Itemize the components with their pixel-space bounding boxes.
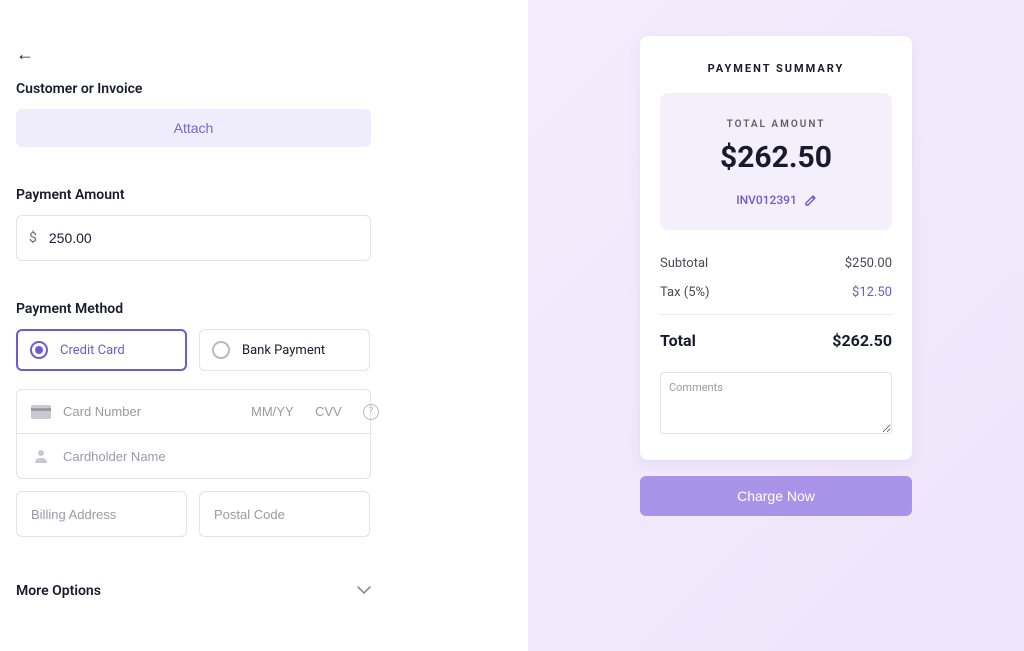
more-options-label: More Options <box>16 583 101 599</box>
tax-line: Tax (5%) $12.50 <box>660 285 892 300</box>
person-icon <box>31 448 51 464</box>
more-options-toggle[interactable]: More Options <box>16 583 371 599</box>
tax-label: Tax (5%) <box>660 285 710 300</box>
payment-amount-field-wrap: $ <box>16 215 371 261</box>
total-amount-box: TOTAL AMOUNT $262.50 INV012391 <box>660 93 892 230</box>
payment-method-options: Credit Card Bank Payment <box>16 329 512 371</box>
cvv-input[interactable] <box>315 404 349 419</box>
charge-now-button[interactable]: Charge Now <box>640 476 912 516</box>
payment-amount-input[interactable] <box>49 230 370 246</box>
card-number-row: ? <box>17 390 370 434</box>
comments-textarea[interactable] <box>660 372 892 434</box>
invoice-id-row: INV012391 <box>736 193 816 207</box>
currency-symbol: $ <box>17 230 49 246</box>
tax-value: $12.50 <box>852 285 892 300</box>
expiry-input[interactable] <box>251 404 301 419</box>
method-bank-payment[interactable]: Bank Payment <box>199 329 370 371</box>
subtotal-value: $250.00 <box>845 256 892 271</box>
invoice-id: INV012391 <box>736 193 797 207</box>
expiry-cvv-group: ? <box>251 404 379 420</box>
card-fields: ? <box>16 389 371 479</box>
help-icon[interactable]: ? <box>363 404 379 420</box>
method-credit-card[interactable]: Credit Card <box>16 329 187 371</box>
radio-icon <box>30 341 48 359</box>
payment-form-panel: ← Customer or Invoice Attach Payment Amo… <box>0 0 528 651</box>
total-line-value: $262.50 <box>832 331 892 350</box>
summary-panel: PAYMENT SUMMARY TOTAL AMOUNT $262.50 INV… <box>528 0 1024 651</box>
subtotal-label: Subtotal <box>660 256 708 271</box>
subtotal-line: Subtotal $250.00 <box>660 256 892 271</box>
back-arrow-icon[interactable]: ← <box>16 44 512 65</box>
address-row <box>16 491 512 537</box>
total-amount-value: $262.50 <box>672 140 880 175</box>
method-label: Bank Payment <box>242 343 325 358</box>
summary-title: PAYMENT SUMMARY <box>660 62 892 75</box>
total-line-label: Total <box>660 331 696 350</box>
payment-amount-label: Payment Amount <box>16 187 512 203</box>
payment-summary-card: PAYMENT SUMMARY TOTAL AMOUNT $262.50 INV… <box>640 36 912 460</box>
credit-card-icon <box>31 405 51 419</box>
total-line: Total $262.50 <box>660 331 892 350</box>
cardholder-row <box>17 434 370 478</box>
billing-address-input[interactable] <box>16 491 187 537</box>
edit-invoice-icon[interactable] <box>805 195 816 206</box>
method-label: Credit Card <box>60 343 125 358</box>
total-amount-label: TOTAL AMOUNT <box>672 119 880 130</box>
attach-button[interactable]: Attach <box>16 109 371 147</box>
cardholder-name-input[interactable] <box>63 449 356 464</box>
payment-method-label: Payment Method <box>16 301 512 317</box>
customer-section-label: Customer or Invoice <box>16 81 512 97</box>
divider <box>660 314 892 315</box>
chevron-down-icon <box>357 583 371 599</box>
card-number-input[interactable] <box>63 404 239 419</box>
postal-code-input[interactable] <box>199 491 370 537</box>
radio-icon <box>212 341 230 359</box>
